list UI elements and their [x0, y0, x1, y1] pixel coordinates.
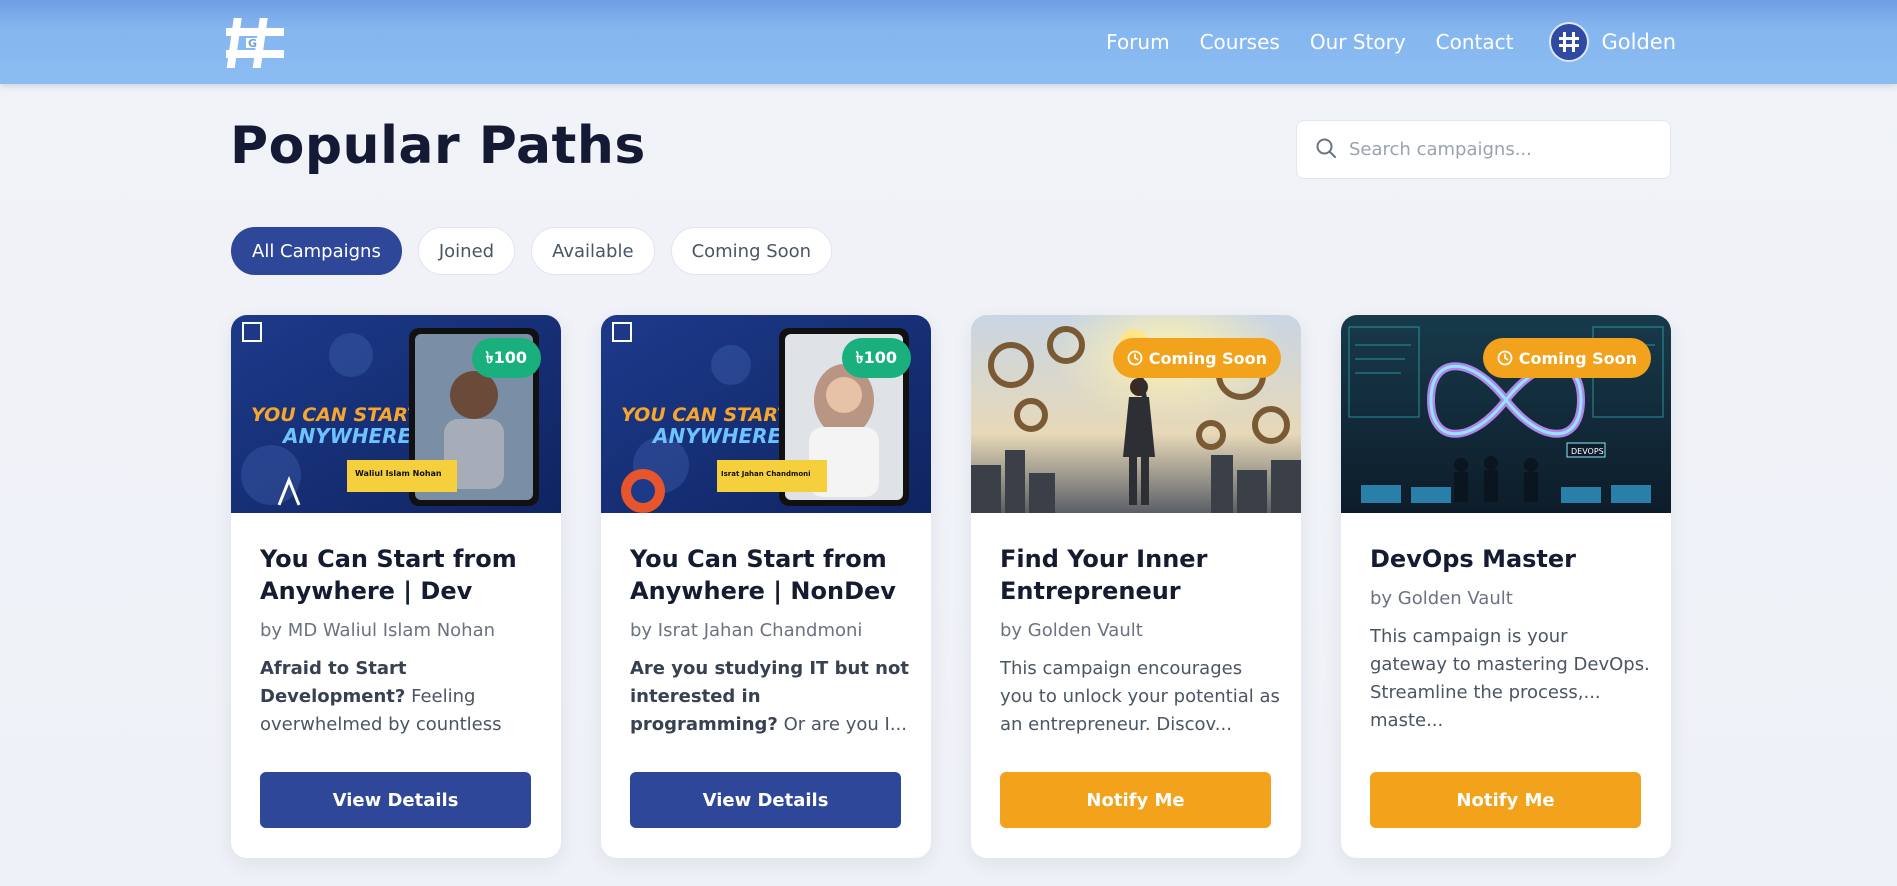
card-description: Afraid to Start Development? Feeling ove…	[260, 655, 540, 739]
nav-our-story[interactable]: Our Story	[1310, 30, 1406, 54]
price-badge: ৳100	[471, 338, 541, 378]
user-profile-menu[interactable]: Golden	[1549, 22, 1676, 62]
badge-label: Coming Soon	[1518, 348, 1637, 368]
thumb-caption: Israt Jahan Chandmoni	[721, 470, 811, 478]
coming-soon-badge: Coming Soon	[1482, 338, 1651, 378]
campaign-card: Coming Soon Find Your Inner Entrepreneur…	[971, 315, 1301, 858]
user-avatar	[1549, 22, 1590, 62]
campaign-card: YOU CAN START ANYWHERE Waliul Islam Noha…	[231, 315, 561, 858]
notify-me-button[interactable]: Notify Me	[1000, 772, 1271, 828]
clock-icon	[1497, 350, 1513, 366]
search-input[interactable]	[1349, 139, 1649, 160]
card-description: This campaign is your gateway to masteri…	[1370, 626, 1650, 731]
nav-contact[interactable]: Contact	[1436, 30, 1514, 54]
site-logo[interactable]: G	[224, 16, 288, 70]
user-name: Golden	[1601, 30, 1676, 54]
card-title[interactable]: You Can Start from Anywhere | Dev	[260, 543, 540, 607]
thumb-caption: Waliul Islam Nohan	[355, 469, 442, 478]
badge-label: Coming Soon	[1148, 348, 1267, 368]
thumb-headline-2: ANYWHERE	[281, 424, 412, 448]
card-author: by Israt Jahan Chandmoni	[630, 620, 863, 641]
campaign-thumbnail: Coming Soon	[971, 315, 1301, 513]
thumb-label: DEVOPS	[1571, 447, 1604, 456]
campaign-card: YOU CAN START ANYWHERE Israt Jahan Chand…	[601, 315, 931, 858]
filter-available[interactable]: Available	[531, 227, 655, 275]
thumb-headline: YOU CAN START	[621, 404, 792, 426]
campaign-card: DEVOPS Coming Soon DevOps Master by Gold…	[1341, 315, 1671, 858]
card-description: This campaign encourages you to unlock y…	[1000, 658, 1280, 735]
campaign-thumbnail: YOU CAN START ANYWHERE Israt Jahan Chand…	[601, 315, 931, 513]
card-author: by MD Waliul Islam Nohan	[260, 620, 496, 641]
card-title[interactable]: Find Your Inner Entrepreneur	[1000, 543, 1280, 607]
notify-me-button[interactable]: Notify Me	[1370, 772, 1641, 828]
main-nav: Forum Courses Our Story Contact Golden	[1106, 0, 1676, 84]
filter-joined[interactable]: Joined	[417, 227, 516, 275]
coming-soon-badge: Coming Soon	[1112, 338, 1281, 378]
price-badge: ৳100	[841, 338, 911, 378]
thumb-headline-2: ANYWHERE	[651, 424, 782, 448]
clock-icon	[1127, 350, 1143, 366]
campaign-thumbnail: YOU CAN START ANYWHERE Waliul Islam Noha…	[231, 315, 561, 513]
filter-all-campaigns[interactable]: All Campaigns	[231, 227, 402, 275]
card-description-text: Or are you I...	[783, 714, 907, 735]
view-details-button[interactable]: View Details	[630, 772, 901, 828]
card-title[interactable]: DevOps Master	[1370, 543, 1650, 575]
card-author: by Golden Vault	[1370, 588, 1513, 609]
search-icon	[1315, 137, 1337, 163]
card-description: Are you studying IT but not interested i…	[630, 655, 910, 739]
view-details-button[interactable]: View Details	[260, 772, 531, 828]
top-navbar: G Forum Courses Our Story Contact Golden	[0, 0, 1897, 84]
svg-text:G: G	[248, 37, 257, 50]
filter-coming-soon[interactable]: Coming Soon	[670, 227, 833, 275]
filter-tabs: All Campaigns Joined Available Coming So…	[231, 227, 833, 275]
card-author: by Golden Vault	[1000, 620, 1143, 641]
search-box	[1296, 120, 1671, 179]
nav-forum[interactable]: Forum	[1106, 30, 1169, 54]
nav-courses[interactable]: Courses	[1200, 30, 1280, 54]
card-title[interactable]: You Can Start from Anywhere | NonDev	[630, 543, 910, 607]
card-description-lead: Afraid to Start Development?	[260, 658, 407, 707]
thumb-headline: YOU CAN START	[251, 404, 422, 426]
page-title: Popular Paths	[230, 116, 646, 176]
campaign-thumbnail: DEVOPS Coming Soon	[1341, 315, 1671, 513]
